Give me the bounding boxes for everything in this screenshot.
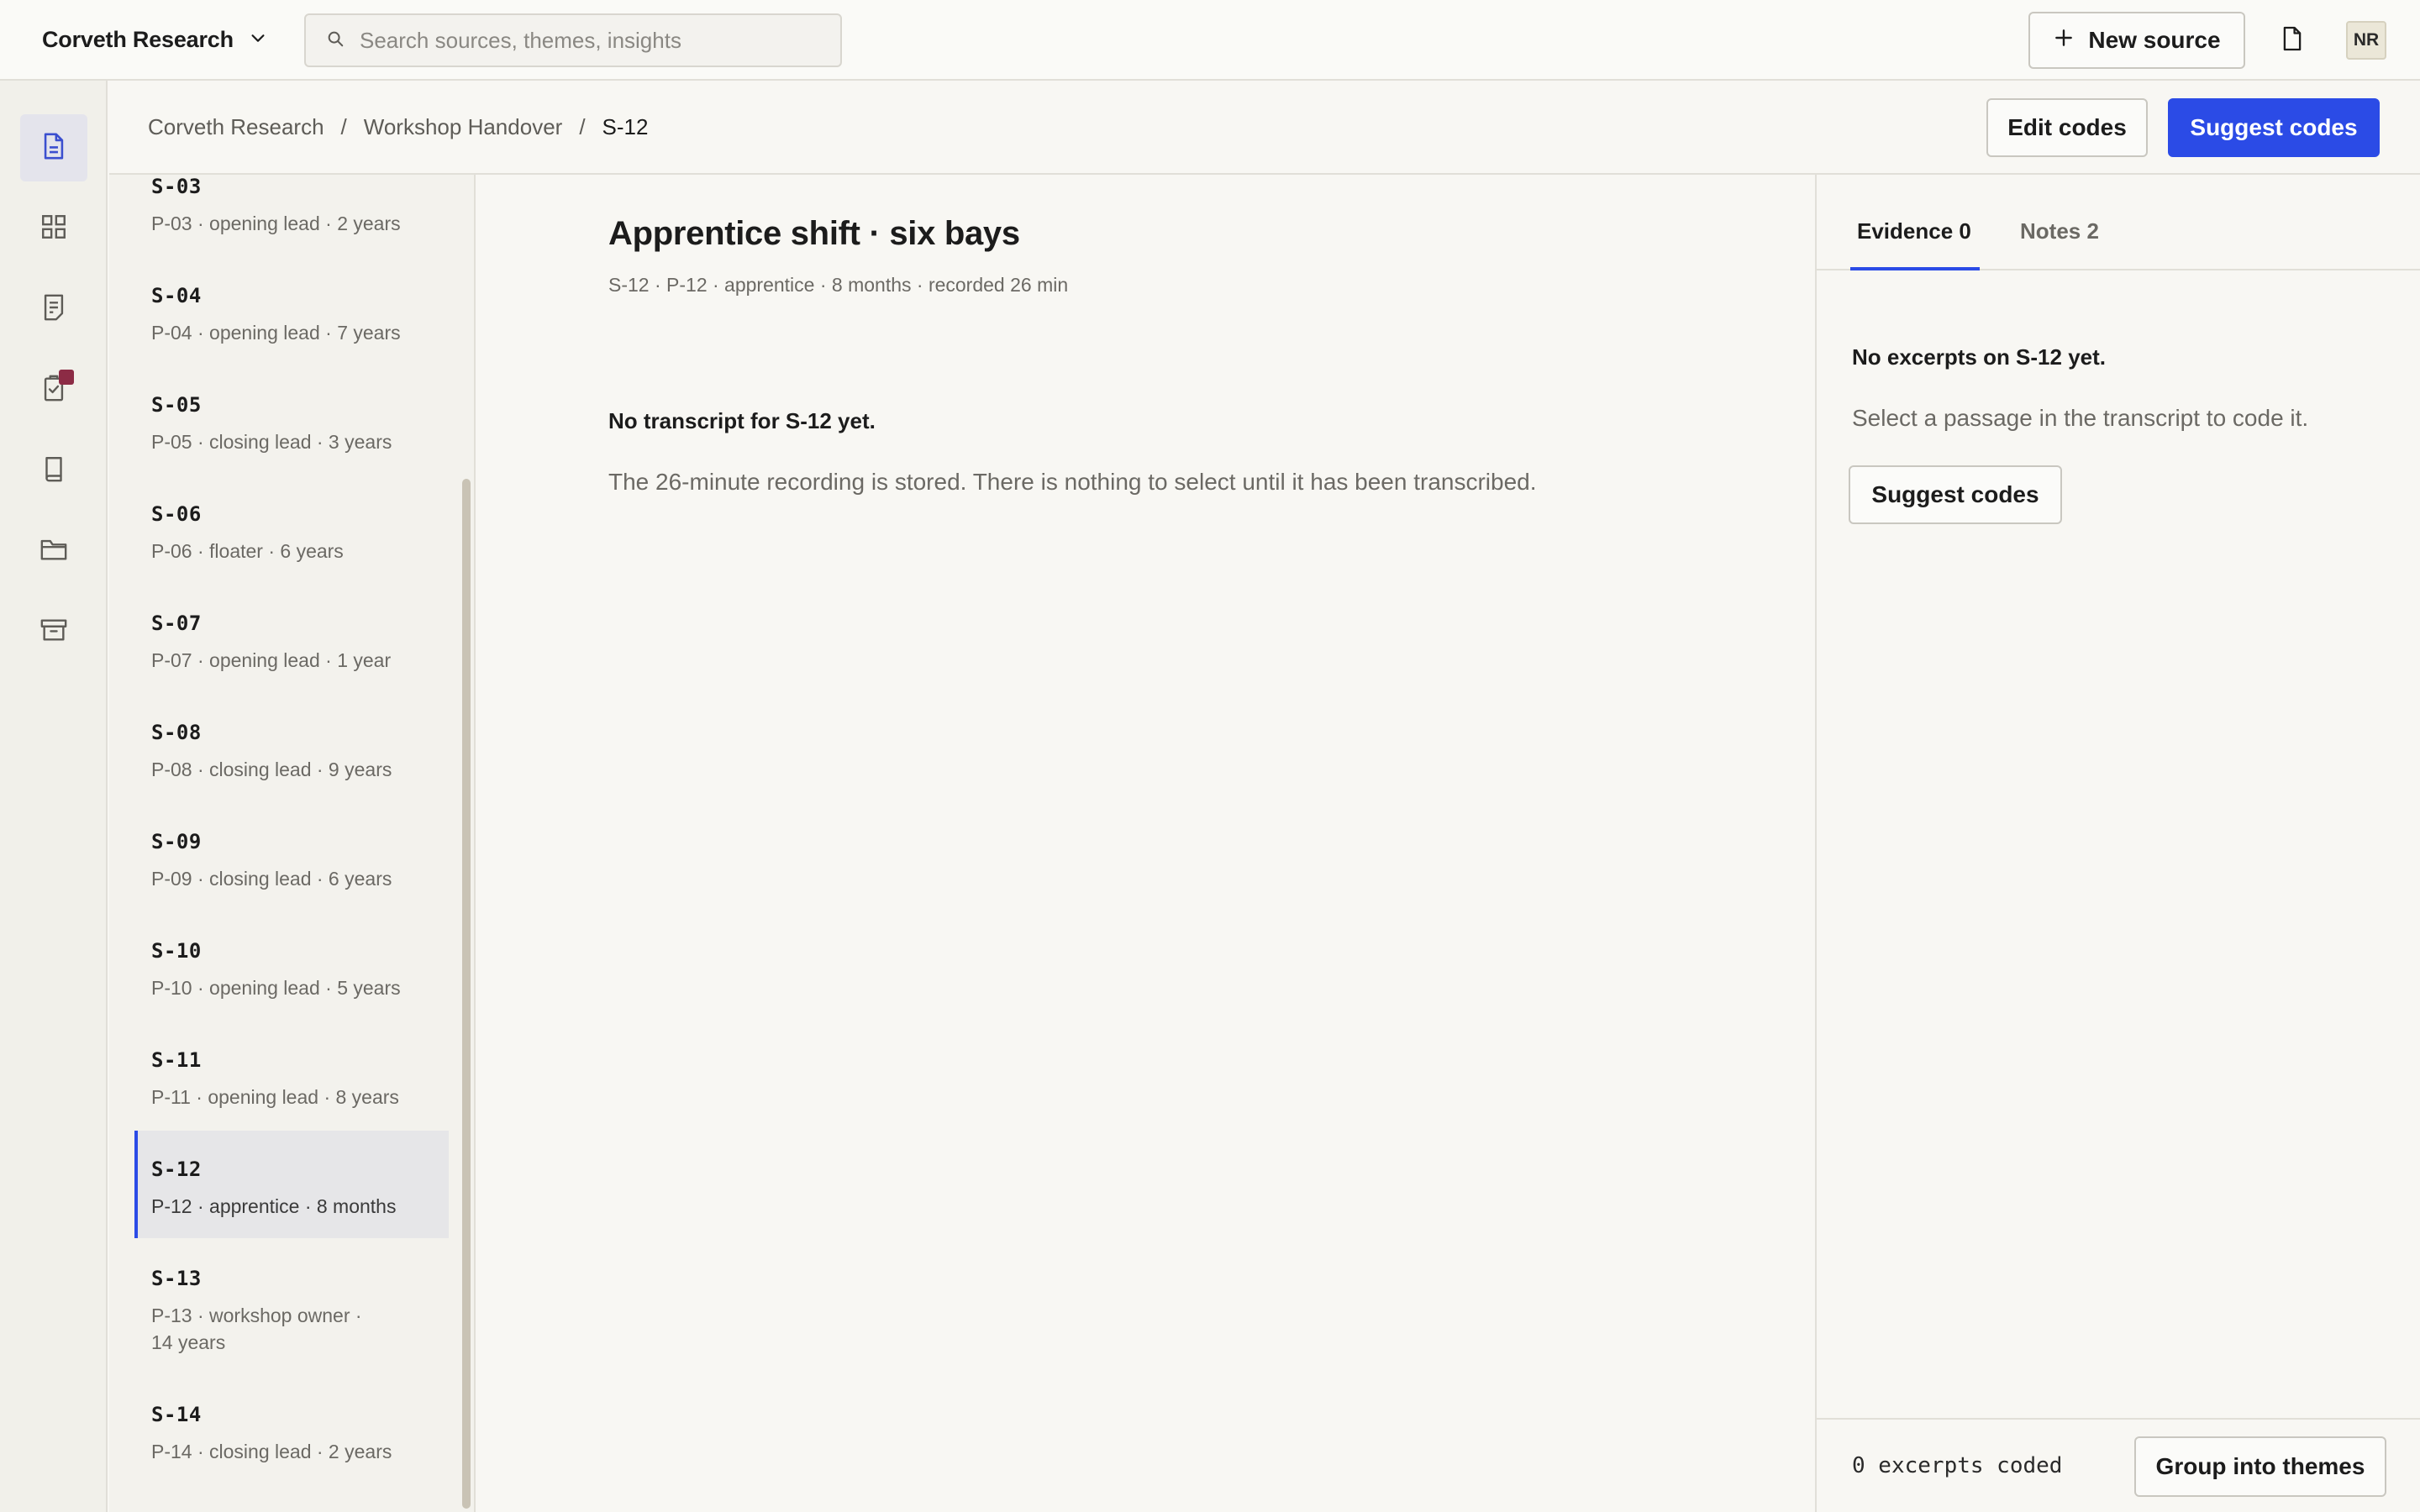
source-meta: P-09 · closing lead · 6 years bbox=[151, 868, 392, 890]
rail-item-archive[interactable] bbox=[20, 598, 87, 665]
source-item-s-05[interactable]: S-05 P-05 · closing lead · 3 years bbox=[134, 393, 449, 477]
panel-tabs: Evidence 0 Notes 2 bbox=[1817, 175, 2420, 270]
source-meta-line: 14 years bbox=[151, 1331, 226, 1353]
source-meta: P-11 · opening lead · 8 years bbox=[151, 1086, 399, 1108]
search-input[interactable] bbox=[360, 27, 830, 54]
excerpts-count: 0 excerpts coded bbox=[1852, 1453, 2063, 1478]
rail-item-folders[interactable] bbox=[20, 517, 87, 585]
source-meta: P-05 · closing lead · 3 years bbox=[151, 431, 392, 453]
file-icon bbox=[2281, 25, 2303, 56]
source-id: S-09 bbox=[151, 830, 202, 853]
avatar-initials: NR bbox=[2353, 30, 2380, 50]
source-item-s-13[interactable]: S-13 P-13 · workshop owner · 14 years bbox=[134, 1267, 449, 1376]
source-id: S-06 bbox=[151, 502, 202, 526]
note-icon bbox=[41, 293, 66, 326]
suggest-codes-secondary-label: Suggest codes bbox=[1871, 481, 2039, 507]
evidence-empty-heading: No excerpts on S-12 yet. bbox=[1852, 344, 2106, 370]
source-item-s-04[interactable]: S-04 P-04 · opening lead · 7 years bbox=[134, 284, 449, 368]
source-id: S-14 bbox=[151, 1403, 202, 1426]
document-title: Apprentice shift · six bays bbox=[608, 215, 1020, 252]
source-id: S-04 bbox=[151, 284, 202, 307]
source-id: S-10 bbox=[151, 939, 202, 963]
source-id: S-08 bbox=[151, 721, 202, 744]
avatar[interactable]: NR bbox=[2346, 21, 2386, 60]
suggest-codes-secondary-button[interactable]: Suggest codes bbox=[1849, 465, 2062, 524]
breadcrumb-current: S-12 bbox=[602, 113, 649, 139]
source-list-scrollbar[interactable] bbox=[462, 479, 471, 1509]
source-item-s-09[interactable]: S-09 P-09 · closing lead · 6 years bbox=[134, 830, 449, 914]
source-meta: P-03 · opening lead · 2 years bbox=[151, 213, 401, 234]
source-id: S-12 bbox=[151, 1158, 202, 1181]
new-source-button[interactable]: New source bbox=[2028, 12, 2245, 69]
rail-item-boards[interactable] bbox=[20, 195, 87, 262]
source-meta: P-12 · apprentice · 8 months bbox=[151, 1195, 397, 1217]
group-into-themes-label: Group into themes bbox=[2155, 1453, 2365, 1479]
suggest-codes-label: Suggest codes bbox=[2190, 114, 2358, 140]
folder-icon bbox=[39, 537, 68, 566]
source-item-s-14[interactable]: S-14 P-14 · closing lead · 2 years bbox=[134, 1403, 449, 1487]
source-meta: P-14 · closing lead · 2 years bbox=[151, 1441, 392, 1462]
source-meta: P-08 · closing lead · 9 years bbox=[151, 759, 392, 780]
edit-codes-label: Edit codes bbox=[2007, 114, 2127, 140]
source-item-s-12[interactable]: S-12 P-12 · apprentice · 8 months bbox=[134, 1131, 449, 1238]
source-meta-line: P-13 · workshop owner · bbox=[151, 1305, 362, 1326]
source-item-s-08[interactable]: S-08 P-08 · closing lead · 9 years bbox=[134, 721, 449, 805]
document-icon-button[interactable] bbox=[2275, 22, 2309, 59]
empty-state-body: The 26-minute recording is stored. There… bbox=[608, 469, 1537, 495]
rail-item-tasks[interactable] bbox=[20, 356, 87, 423]
rail-item-sources[interactable] bbox=[20, 114, 87, 181]
breadcrumb-separator: / bbox=[340, 113, 347, 139]
empty-state-heading: No transcript for S-12 yet. bbox=[608, 408, 876, 433]
rail-item-codebook[interactable] bbox=[20, 437, 87, 504]
breadcrumb-project[interactable]: Workshop Handover bbox=[364, 114, 563, 140]
source-item-s-10[interactable]: S-10 P-10 · opening lead · 5 years bbox=[134, 939, 449, 1023]
evidence-panel: Evidence 0 Notes 2 No excerpts on S-12 y… bbox=[1815, 175, 2420, 1512]
workspace-switcher[interactable]: Corveth Research bbox=[42, 0, 267, 79]
source-meta: P-04 · opening lead · 7 years bbox=[151, 322, 401, 344]
top-bar: Corveth Research New source NR bbox=[0, 0, 2420, 81]
evidence-empty-body: Select a passage in the transcript to co… bbox=[1852, 405, 2309, 431]
source-item-s-07[interactable]: S-07 P-07 · opening lead · 1 year bbox=[134, 612, 449, 696]
source-id: S-03 bbox=[151, 175, 202, 198]
tab-evidence[interactable]: Evidence 0 bbox=[1850, 218, 1980, 270]
source-list: S-03 P-03 · opening lead · 2 years S-04 … bbox=[109, 175, 476, 1512]
source-meta: P-06 · floater · 6 years bbox=[151, 540, 344, 562]
breadcrumb-separator: / bbox=[579, 113, 586, 139]
notification-badge bbox=[59, 370, 74, 385]
edit-codes-button[interactable]: Edit codes bbox=[1986, 98, 2148, 157]
archive-icon bbox=[39, 617, 68, 647]
book-icon bbox=[41, 454, 66, 487]
new-source-label: New source bbox=[2088, 27, 2221, 53]
source-id: S-05 bbox=[151, 393, 202, 417]
tab-notes[interactable]: Notes 2 bbox=[2013, 218, 2118, 270]
breadcrumb-workspace[interactable]: Corveth Research bbox=[148, 114, 324, 140]
nav-rail bbox=[0, 81, 108, 1512]
suggest-codes-button[interactable]: Suggest codes bbox=[2168, 98, 2380, 157]
document-icon bbox=[41, 132, 66, 165]
workspace-name: Corveth Research bbox=[42, 26, 234, 52]
search-icon bbox=[326, 29, 345, 52]
search-box[interactable] bbox=[304, 13, 842, 67]
group-into-themes-button[interactable]: Group into themes bbox=[2134, 1436, 2386, 1497]
source-id: S-07 bbox=[151, 612, 202, 635]
breadcrumb: Corveth Research / Workshop Handover / S… bbox=[148, 81, 648, 173]
source-item-s-06[interactable]: S-06 P-06 · floater · 6 years bbox=[134, 502, 449, 586]
source-item-s-03[interactable]: S-03 P-03 · opening lead · 2 years bbox=[134, 175, 449, 259]
chevron-down-icon bbox=[249, 29, 267, 51]
source-id: S-11 bbox=[151, 1048, 202, 1072]
source-id: S-13 bbox=[151, 1267, 202, 1290]
plus-icon bbox=[2053, 27, 2075, 55]
rail-item-notes[interactable] bbox=[20, 276, 87, 343]
source-item-s-11[interactable]: S-11 P-11 · opening lead · 8 years bbox=[134, 1048, 449, 1132]
source-meta: P-13 · workshop owner · 14 years bbox=[151, 1302, 449, 1356]
source-meta: P-07 · opening lead · 1 year bbox=[151, 649, 392, 671]
document-meta: S-12 · P-12 · apprentice · 8 months · re… bbox=[608, 274, 1069, 296]
grid-icon bbox=[39, 213, 68, 245]
source-meta: P-10 · opening lead · 5 years bbox=[151, 977, 401, 999]
